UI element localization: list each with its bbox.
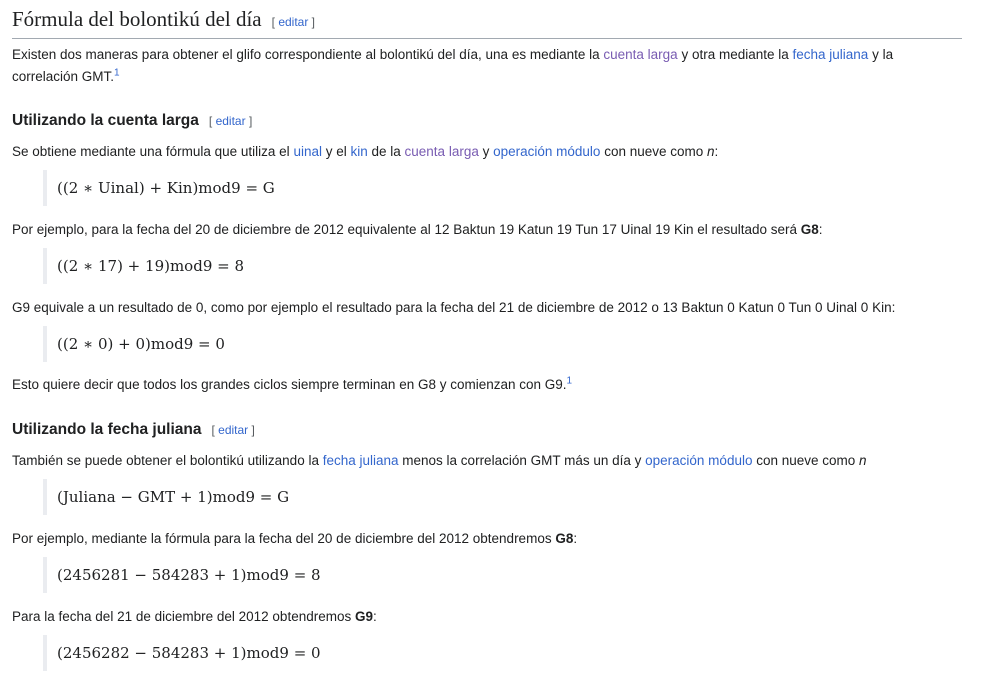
text: Se obtiene mediante una fórmula que util…: [12, 144, 294, 159]
edit-link-wrapper: [ editar ]: [211, 423, 255, 437]
text: :: [573, 531, 578, 546]
text: Para la fecha del 21 de diciembre del 20…: [12, 609, 355, 624]
text: de la: [367, 144, 405, 159]
text: También se puede obtener el bolontikú ut…: [12, 453, 323, 468]
math-formula: ((2 ∗ 0) + 0)mod9 = 0: [43, 326, 225, 362]
section-heading: Fórmula del bolontikú del día [ editar ]: [12, 6, 962, 39]
text: :: [818, 222, 823, 237]
text: menos la correlación GMT más un día y: [398, 453, 646, 468]
paragraph: Por ejemplo, mediante la fórmula para la…: [12, 528, 962, 550]
edit-link-wrapper: [ editar ]: [208, 114, 253, 128]
paragraph: Se obtiene mediante una fórmula que util…: [12, 141, 962, 163]
text: con nueve como: [752, 453, 860, 468]
link-fecha-juliana[interactable]: fecha juliana: [793, 47, 869, 62]
math-formula: ((2 ∗ Uinal) + Kin)mod9 = G: [43, 170, 275, 206]
text: :: [714, 144, 719, 159]
math-formula: (Juliana − GMT + 1)mod9 = G: [43, 479, 289, 515]
bold-text: G8: [800, 222, 819, 237]
paragraph: Esto quiere decir que todos los grandes …: [12, 374, 962, 396]
link-operacion-modulo[interactable]: operación módulo: [645, 453, 752, 468]
variable-n: n: [859, 453, 867, 468]
text: Por ejemplo, para la fecha del 20 de dic…: [12, 222, 801, 237]
edit-link[interactable]: editar: [218, 423, 248, 437]
paragraph: También se puede obtener el bolontikú ut…: [12, 450, 962, 472]
paragraph: Por ejemplo, para la fecha del 20 de dic…: [12, 219, 962, 241]
link-kin[interactable]: kin: [350, 144, 367, 159]
paragraph: Para la fecha del 21 de diciembre del 20…: [12, 606, 962, 628]
link-fecha-juliana[interactable]: fecha juliana: [323, 453, 399, 468]
link-uinal[interactable]: uinal: [293, 144, 322, 159]
edit-link[interactable]: editar: [216, 114, 246, 128]
text: con nueve como: [600, 144, 708, 159]
subsection-title: Utilizando la cuenta larga: [12, 112, 199, 129]
text: y el: [321, 144, 351, 159]
reference-link[interactable]: 1: [567, 376, 573, 387]
link-cuenta-larga[interactable]: cuenta larga: [603, 47, 677, 62]
intro-paragraph: Existen dos maneras para obtener el glif…: [12, 44, 962, 88]
intro-text: y otra mediante la: [677, 47, 793, 62]
section-title: Fórmula del bolontikú del día: [12, 7, 262, 31]
link-operacion-modulo[interactable]: operación módulo: [493, 144, 600, 159]
subsection-title: Utilizando la fecha juliana: [12, 421, 202, 438]
math-formula: (2456282 − 584283 + 1)mod9 = 0: [43, 635, 321, 671]
bold-text: G8: [555, 531, 574, 546]
subsection-heading-fecha-juliana: Utilizando la fecha juliana [ editar ]: [12, 420, 255, 440]
text: :: [373, 609, 377, 624]
reference-link[interactable]: 1: [114, 68, 120, 79]
edit-link-wrapper: [ editar ]: [271, 15, 316, 29]
text: Esto quiere decir que todos los grandes …: [12, 377, 567, 392]
edit-link[interactable]: editar: [278, 15, 308, 29]
math-formula: (2456281 − 584283 + 1)mod9 = 8: [43, 557, 321, 593]
intro-text: Existen dos maneras para obtener el glif…: [12, 47, 604, 62]
text: Por ejemplo, mediante la fórmula para la…: [12, 531, 556, 546]
math-formula: ((2 ∗ 17) + 19)mod9 = 8: [43, 248, 244, 284]
subsection-heading-cuenta-larga: Utilizando la cuenta larga [ editar ]: [12, 111, 252, 131]
text: y: [478, 144, 494, 159]
bold-text: G9: [354, 609, 373, 624]
link-cuenta-larga[interactable]: cuenta larga: [405, 144, 479, 159]
variable-n: n: [707, 144, 715, 159]
paragraph: G9 equivale a un resultado de 0, como po…: [12, 300, 896, 315]
